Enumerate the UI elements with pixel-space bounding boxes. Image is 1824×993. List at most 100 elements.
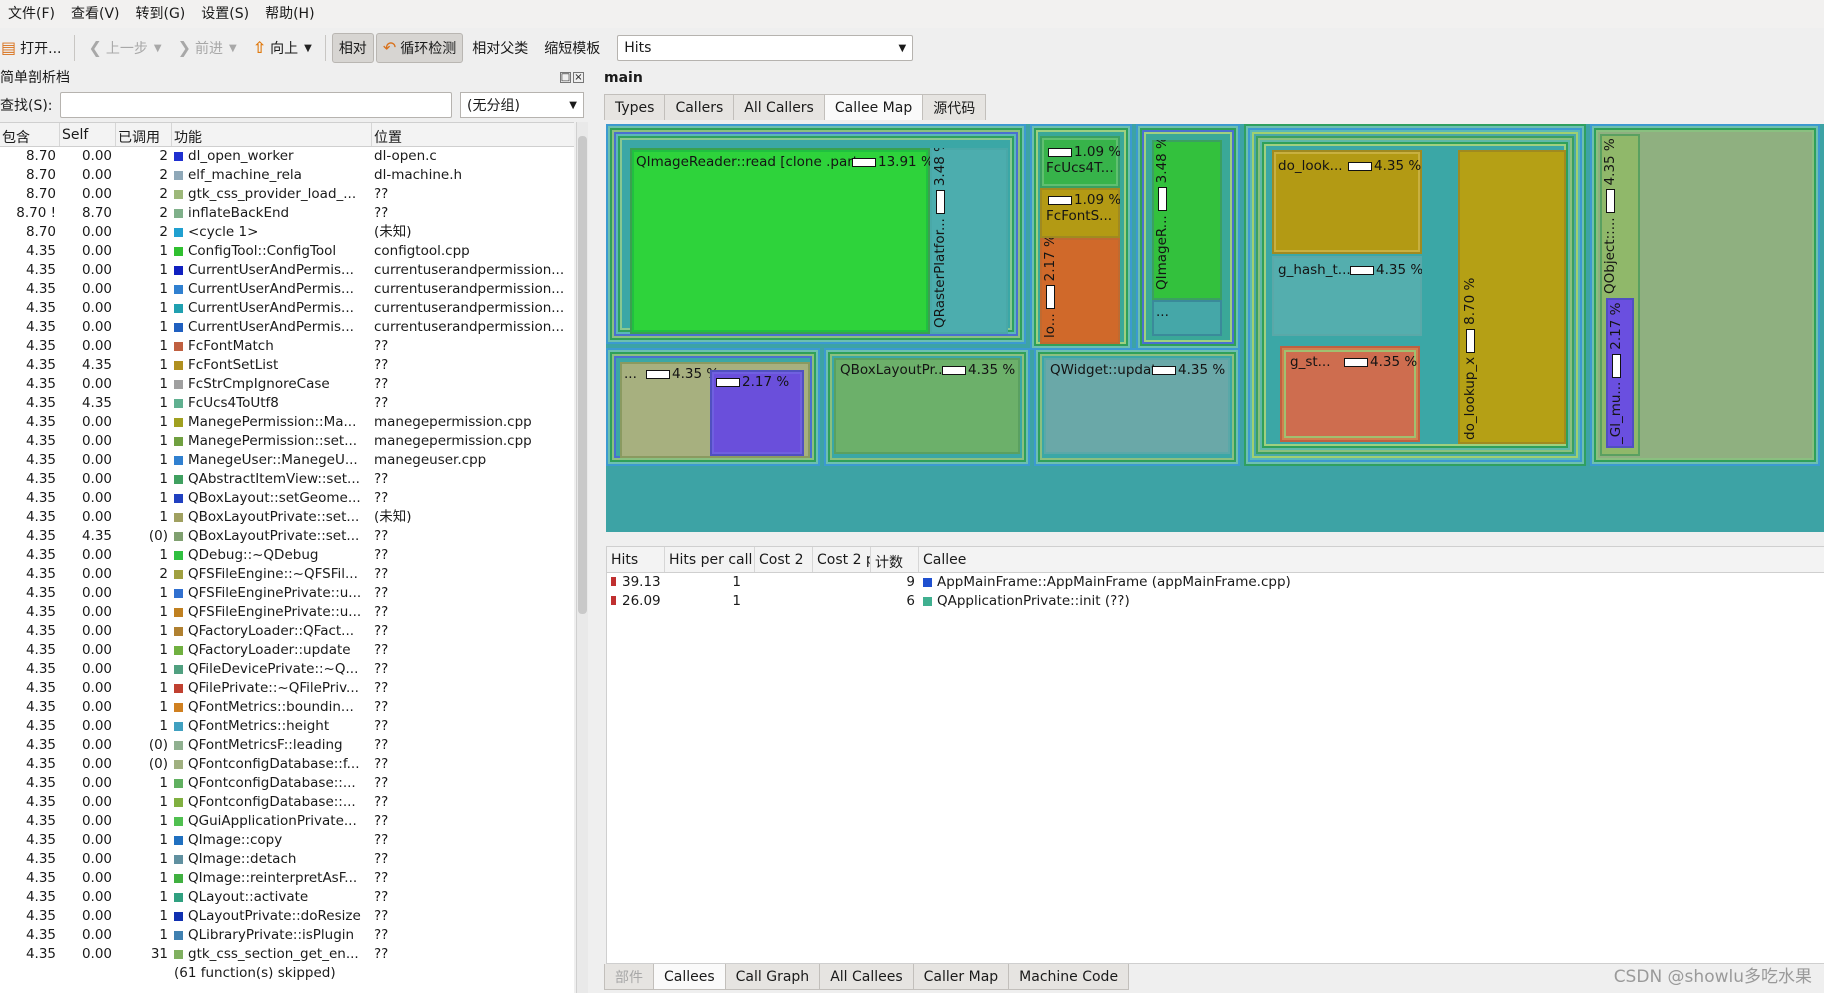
open-button[interactable]: ▤ 打开...: [0, 33, 68, 63]
column-function[interactable]: 功能: [172, 123, 372, 146]
table-row[interactable]: 4.35 0.00 1 QFSFileEnginePrivate::u...??: [0, 603, 574, 622]
table-row[interactable]: 4.35 0.00 1 CurrentUserAndPermis... currentu…: [0, 261, 574, 280]
event-type-select[interactable]: Hits ▼: [617, 35, 914, 61]
column-cost2[interactable]: Cost 2: [755, 547, 813, 572]
scrollbar-thumb[interactable]: [578, 136, 587, 614]
splitter-handle[interactable]: [606, 534, 1824, 540]
column-inclusive[interactable]: 包含: [0, 123, 60, 146]
table-row[interactable]: 4.35 0.00 1 QImage::reinterpretAsF...??: [0, 869, 574, 888]
table-row[interactable]: 4.35 0.00 1 QBoxLayoutPrivate::set... (未知): [0, 508, 574, 527]
table-row[interactable]: 8.70 0.00 2 <cycle 1> (未知): [0, 223, 574, 242]
table-row[interactable]: 4.35 0.00 1 QFSFileEnginePrivate::u...??: [0, 584, 574, 603]
table-row[interactable]: 4.35 0.00 2 QFSFileEngine::~QFSFil...??: [0, 565, 574, 584]
table-row[interactable]: 26.09 1 6 QApplicationPrivate::init (??): [607, 592, 1824, 611]
treemap-g-st[interactable]: g_st... 4.35 %: [1280, 346, 1420, 442]
table-row[interactable]: 8.70 0.00 2 dl_open_worker dl-open.c: [0, 147, 574, 166]
tab-all-callers[interactable]: All Callers: [733, 94, 825, 120]
callee-map-treemap[interactable]: QImageReader::read [clone .part.... 13.91…: [606, 124, 1824, 532]
table-row[interactable]: 4.35 0.00 (0) QFontconfigDatabase::f...??: [0, 755, 574, 774]
treemap-fcfontset[interactable]: 1.09 % FcFontS...: [1040, 188, 1120, 238]
treemap-do-lookup-x[interactable]: do_lookup_x 8.70 %: [1458, 150, 1566, 444]
menu-settings[interactable]: 设置(S): [193, 0, 257, 28]
tab-caller-map[interactable]: Caller Map: [912, 964, 1010, 990]
treemap-qwidget[interactable]: QWidget::update 4.35 %: [1044, 358, 1230, 454]
column-self[interactable]: Self: [60, 123, 116, 146]
table-row[interactable]: 4.35 0.00 1 ManegePermission::set... manegep…: [0, 432, 574, 451]
table-row[interactable]: 4.35 0.00 1 QFactoryLoader::update??: [0, 641, 574, 660]
shorten-templates-toggle[interactable]: 缩短模板: [537, 33, 607, 63]
column-cost2-per-call[interactable]: Cost 2 p: [813, 547, 871, 572]
table-row[interactable]: 4.35 0.00 31 gtk_css_section_get_en...??: [0, 945, 574, 964]
column-callee[interactable]: Callee: [919, 547, 1824, 572]
dropdown-arrow-icon[interactable]: ▼: [304, 43, 312, 54]
treemap-qrasterplatform[interactable]: QRasterPlatfor... 3.48 %: [930, 148, 1008, 334]
column-called[interactable]: 已调用: [116, 123, 172, 146]
grouping-select[interactable]: (无分组) ▼: [460, 92, 584, 118]
treemap-lo[interactable]: lo... 2.17 %: [1040, 238, 1120, 344]
tab-call-graph[interactable]: Call Graph: [724, 964, 821, 990]
treemap-g-hash[interactable]: g_hash_t... 4.35 %: [1272, 256, 1422, 336]
table-row[interactable]: 4.35 0.00 1 QFilePrivate::~QFilePriv...??: [0, 679, 574, 698]
table-row[interactable]: 4.35 4.35 1 FcUcs4ToUtf8??: [0, 394, 574, 413]
table-row[interactable]: 4.35 0.00 1 QFileDevicePrivate::~Q...??: [0, 660, 574, 679]
table-row[interactable]: 4.35 4.35 1 FcFontSetList??: [0, 356, 574, 375]
table-row[interactable]: 4.35 0.00 1 QGuiApplicationPrivate...??: [0, 812, 574, 831]
menu-file[interactable]: 文件(F): [0, 0, 63, 28]
table-row[interactable]: 4.35 0.00 1 QLayout::activate??: [0, 888, 574, 907]
dropdown-arrow-icon[interactable]: ▼: [154, 43, 162, 54]
table-row[interactable]: 8.70 0.00 2 gtk_css_provider_load_...??: [0, 185, 574, 204]
table-row[interactable]: 4.35 0.00 1 QImage::detach??: [0, 850, 574, 869]
table-row[interactable]: 4.35 0.00 1 CurrentUserAndPermis... currentu…: [0, 318, 574, 337]
treemap-qimager[interactable]: QImageR... 3.48 %: [1152, 140, 1222, 300]
relative-parent-toggle[interactable]: 相对父类: [465, 33, 535, 63]
table-row[interactable]: 4.35 0.00 1 QFactoryLoader::QFact...??: [0, 622, 574, 641]
cycle-detection-toggle[interactable]: ↶ 循环检测: [375, 33, 464, 63]
search-input[interactable]: [60, 92, 452, 118]
float-icon[interactable]: □: [560, 71, 571, 83]
table-row[interactable]: 4.35 0.00 1 QFontMetrics::boundin...??: [0, 698, 574, 717]
table-row[interactable]: 39.13 1 9 AppMainFrame::AppMainFrame (appMa…: [607, 573, 1824, 592]
table-row[interactable]: 4.35 0.00 1 FcFontMatch??: [0, 337, 574, 356]
tab-all-callees[interactable]: All Callees: [819, 964, 914, 990]
table-row[interactable]: 4.35 0.00 1 QFontconfigDatabase::...??: [0, 793, 574, 812]
tab-machine-code[interactable]: Machine Code: [1008, 964, 1130, 990]
table-row[interactable]: 4.35 0.00 1 ManegeUser::ManegeU... manegeuse…: [0, 451, 574, 470]
table-row[interactable]: 4.35 0.00 1 ConfigTool::ConfigTool configtoo…: [0, 242, 574, 261]
table-row[interactable]: 4.35 0.00 1 QLayoutPrivate::doResize??: [0, 907, 574, 926]
table-row[interactable]: 4.35 0.00 1 QDebug::~QDebug??: [0, 546, 574, 565]
table-row[interactable]: 4.35 0.00 1 QImage::copy??: [0, 831, 574, 850]
treemap-small-block[interactable]: 2.17 %: [710, 370, 804, 456]
column-location[interactable]: 位置: [372, 123, 574, 146]
table-row[interactable]: 4.35 0.00 1 QBoxLayout::setGeome...??: [0, 489, 574, 508]
table-row[interactable]: 4.35 0.00 1 CurrentUserAndPermis... currentu…: [0, 280, 574, 299]
forward-button[interactable]: ❯ 前进 ▼: [171, 33, 244, 63]
treemap-do-look[interactable]: do_look... 4.35 %: [1272, 150, 1422, 254]
tab-parts[interactable]: 部件: [604, 964, 654, 990]
treemap-qboxlayout[interactable]: QBoxLayoutPr... 4.35 %: [834, 358, 1020, 454]
treemap-dots[interactable]: ...: [1152, 300, 1222, 336]
table-row[interactable]: 4.35 0.00 1 QFontMetrics::height??: [0, 717, 574, 736]
table-row[interactable]: 4.35 0.00 1 QLibraryPrivate::isPlugin??: [0, 926, 574, 945]
treemap-gl-mu[interactable]: _Gl_mu... 2.17 %: [1606, 298, 1634, 448]
tab-types[interactable]: Types: [604, 94, 666, 120]
dropdown-arrow-icon[interactable]: ▼: [229, 43, 237, 54]
table-row[interactable]: (61 function(s) skipped): [0, 964, 574, 983]
tab-callers[interactable]: Callers: [664, 94, 735, 120]
table-row[interactable]: 4.35 0.00 1 ManegePermission::Ma... manegepe…: [0, 413, 574, 432]
menu-view[interactable]: 查看(V): [63, 0, 128, 28]
close-icon[interactable]: ×: [573, 71, 584, 83]
table-row[interactable]: 4.35 0.00 1 CurrentUserAndPermis... currentu…: [0, 299, 574, 318]
table-row[interactable]: 8.70 0.00 2 elf_machine_rela dl-machine.h: [0, 166, 574, 185]
table-row[interactable]: 4.35 0.00 1 QFontconfigDatabase::...??: [0, 774, 574, 793]
relative-toggle[interactable]: 相对: [331, 33, 374, 63]
table-row[interactable]: 4.35 4.35 (0) QBoxLayoutPrivate::set...??: [0, 527, 574, 546]
table-row[interactable]: 4.35 0.00 1 QAbstractItemView::set...??: [0, 470, 574, 489]
table-row[interactable]: 4.35 0.00 1 FcStrCmpIgnoreCase??: [0, 375, 574, 394]
tab-callees[interactable]: Callees: [653, 964, 726, 990]
back-button[interactable]: ❮ 上一步 ▼: [81, 33, 168, 63]
treemap-fcucs4[interactable]: 1.09 % FcUcs4T...: [1040, 136, 1120, 188]
table-row[interactable]: 8.70 ! 8.70 2 inflateBackEnd??: [0, 204, 574, 223]
tab-callee-map[interactable]: Callee Map: [823, 94, 924, 120]
tab-source-code[interactable]: 源代码: [922, 94, 987, 120]
menu-go[interactable]: 转到(G): [128, 0, 194, 28]
